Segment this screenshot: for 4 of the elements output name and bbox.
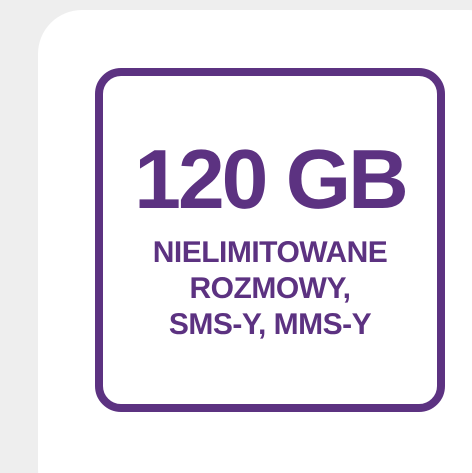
feature-line: NIELIMITOWANE: [152, 235, 388, 271]
feature-line: ROZMOWY,: [190, 271, 350, 307]
feature-line: SMS-Y, MMS-Y: [168, 307, 372, 343]
data-allowance: 120 GB: [134, 137, 406, 221]
